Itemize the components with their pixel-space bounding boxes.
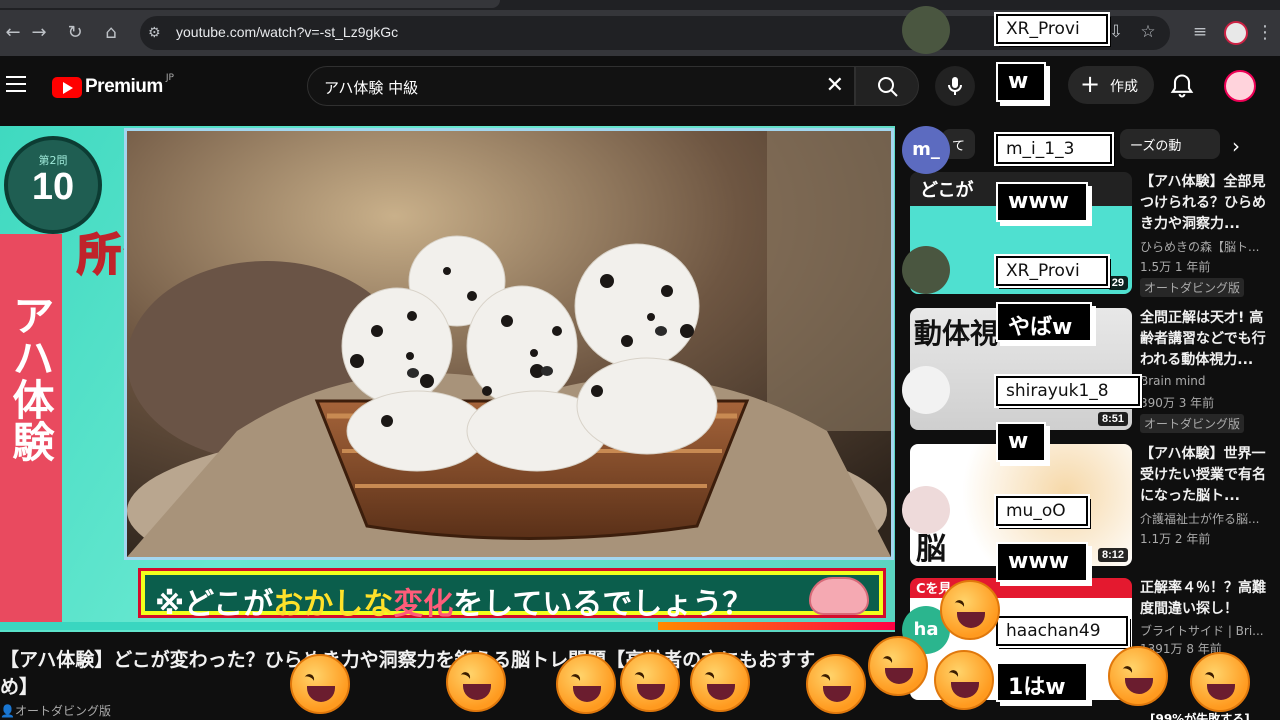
puppies-in-basket-image bbox=[124, 128, 894, 560]
question-caption: ※どこがおかしな変化をしているでしょう？ bbox=[138, 568, 886, 622]
menu-icon[interactable] bbox=[6, 76, 26, 96]
reload-icon[interactable]: ↻ bbox=[62, 20, 88, 46]
channel-name[interactable]: 介護福祉士が作る脳... bbox=[1140, 510, 1270, 527]
active-tab[interactable] bbox=[0, 0, 500, 8]
browser-menu-icon[interactable]: ⋮ bbox=[1256, 22, 1274, 43]
chat-avatar: m_ bbox=[902, 126, 950, 174]
chat-message: 1はw bbox=[996, 662, 1088, 702]
site-settings-icon[interactable]: ⚙ bbox=[148, 24, 166, 42]
youtube-logo[interactable]: Premium JP bbox=[52, 73, 174, 98]
video-title[interactable]: 【アハ体験】全部見つけられる？ひらめき力や洞察力... bbox=[1140, 172, 1270, 235]
laughing-emoji-icon bbox=[620, 652, 680, 712]
laughing-emoji-icon bbox=[690, 652, 750, 712]
forward-icon[interactable]: → bbox=[26, 20, 52, 46]
video-title[interactable]: 【アハ体験】世界一受けたい授業で有名になった脳ト... bbox=[1140, 444, 1270, 507]
clear-search-icon[interactable]: ✕ bbox=[826, 73, 844, 98]
laughing-emoji-icon bbox=[1190, 652, 1250, 712]
auto-dubbing-badge: オートダビング版 bbox=[1140, 414, 1245, 433]
video-progress-bar[interactable] bbox=[0, 622, 895, 630]
auto-dubbing-badge: 👤オートダビング版 bbox=[0, 704, 111, 718]
notifications-bell-icon[interactable] bbox=[1168, 72, 1196, 100]
recommended-video[interactable]: 脳 8:12 【アハ体験】世界一受けたい授業で有名になった脳ト... 介護福祉士… bbox=[910, 444, 1270, 574]
laughing-emoji-icon bbox=[806, 654, 866, 714]
video-meta: 1.1万 2 年前 bbox=[1140, 532, 1211, 546]
video-player[interactable]: 第2問 10 アハ体験 全部で2カ所 bbox=[0, 126, 895, 632]
chat-message: w bbox=[996, 422, 1046, 462]
chat-username: haachan49 bbox=[994, 614, 1130, 648]
logo-region: JP bbox=[165, 73, 174, 83]
side-title-text: アハ体験 bbox=[6, 294, 55, 462]
voice-search-button[interactable] bbox=[935, 66, 975, 106]
bookmark-star-icon[interactable]: ☆ bbox=[1136, 20, 1160, 44]
chat-avatar bbox=[902, 6, 950, 54]
auto-dubbing-badge: オートダビング版 bbox=[1140, 278, 1245, 297]
video-duration: 8:51 bbox=[1097, 412, 1128, 426]
microphone-icon bbox=[948, 77, 962, 95]
timer-value: 10 bbox=[31, 166, 75, 208]
chat-message: www bbox=[996, 542, 1088, 582]
chat-username: mu_oO bbox=[994, 494, 1090, 528]
channel-name[interactable]: ひらめきの森【脳ト... bbox=[1140, 238, 1270, 255]
youtube-header: Premium JP アハ体験 中級 ✕ + 作成 bbox=[0, 56, 1280, 120]
chat-message: やばw bbox=[996, 302, 1092, 342]
chat-message: w bbox=[996, 62, 1046, 102]
partial-video-title: [99%が失敗する] bbox=[1150, 712, 1250, 720]
laughing-emoji-icon bbox=[446, 652, 506, 712]
video-meta: 1.5万 1 年前 bbox=[1140, 260, 1211, 274]
caption-text: ※どこがおかしな変化をしているでしょう？ bbox=[155, 587, 753, 622]
laughing-emoji-icon bbox=[556, 654, 616, 714]
side-title-banner: アハ体験 bbox=[0, 234, 62, 628]
photo-illustration bbox=[127, 131, 891, 557]
progress-played bbox=[0, 622, 658, 630]
back-icon[interactable]: ← bbox=[0, 20, 26, 46]
filter-chip[interactable]: ーズの動 bbox=[1120, 129, 1220, 159]
search-button[interactable] bbox=[855, 66, 919, 106]
chat-username: m_i_1_3 bbox=[994, 132, 1114, 166]
search-query[interactable]: アハ体験 中級 bbox=[324, 77, 418, 98]
laughing-emoji-icon bbox=[940, 580, 1000, 640]
channel-name[interactable]: Brain mind bbox=[1140, 374, 1270, 388]
chat-message: www bbox=[996, 182, 1088, 222]
video-title-continued: め】 bbox=[0, 676, 39, 698]
logo-text: Premium bbox=[85, 76, 163, 97]
video-meta: 390万 3 年前 bbox=[1140, 396, 1215, 410]
laughing-emoji-icon bbox=[290, 654, 350, 714]
person-icon: 👤 bbox=[0, 704, 15, 718]
reading-list-icon[interactable]: ≡ bbox=[1188, 20, 1212, 44]
chat-avatar bbox=[902, 246, 950, 294]
chevron-right-icon[interactable]: › bbox=[1232, 134, 1240, 158]
home-icon[interactable]: ⌂ bbox=[98, 20, 124, 46]
spot-count-banner: 全部で2カ所 bbox=[62, 230, 169, 481]
video-title[interactable]: 正解率４％！？高難度間違い探し！ bbox=[1140, 578, 1270, 620]
account-avatar[interactable] bbox=[1224, 70, 1256, 102]
create-label: 作成 bbox=[1110, 79, 1138, 95]
youtube-play-icon bbox=[52, 76, 82, 98]
plus-icon: + bbox=[1080, 70, 1101, 98]
laughing-emoji-icon bbox=[1108, 646, 1168, 706]
browser-tabstrip bbox=[0, 0, 1280, 10]
video-duration: 8:12 bbox=[1097, 548, 1128, 562]
chat-username: XR_Provi bbox=[994, 254, 1110, 288]
browser-profile-avatar[interactable] bbox=[1224, 21, 1248, 45]
chat-username: shirayuk1_8 bbox=[994, 374, 1142, 408]
laughing-emoji-icon bbox=[868, 636, 928, 696]
chat-avatar bbox=[902, 366, 950, 414]
channel-name[interactable]: ブライトサイド | Bri... bbox=[1140, 622, 1270, 639]
laughing-emoji-icon bbox=[934, 650, 994, 710]
url-text[interactable]: youtube.com/watch?v=-st_Lz9gkGc bbox=[176, 24, 398, 40]
search-input[interactable]: アハ体験 中級 ✕ bbox=[307, 66, 855, 106]
chat-avatar bbox=[902, 486, 950, 534]
create-button[interactable]: + 作成 bbox=[1068, 66, 1154, 104]
progress-buffered bbox=[658, 622, 895, 630]
brain-icon bbox=[809, 577, 869, 615]
search-icon bbox=[878, 77, 898, 97]
video-title[interactable]: 全問正解は天才! 高齢者講習などでも行われる動体視力... bbox=[1140, 308, 1270, 371]
chat-username: XR_Provi bbox=[994, 12, 1110, 46]
question-timer: 第2問 10 bbox=[4, 136, 102, 234]
video-duration: 29 bbox=[1107, 276, 1128, 290]
